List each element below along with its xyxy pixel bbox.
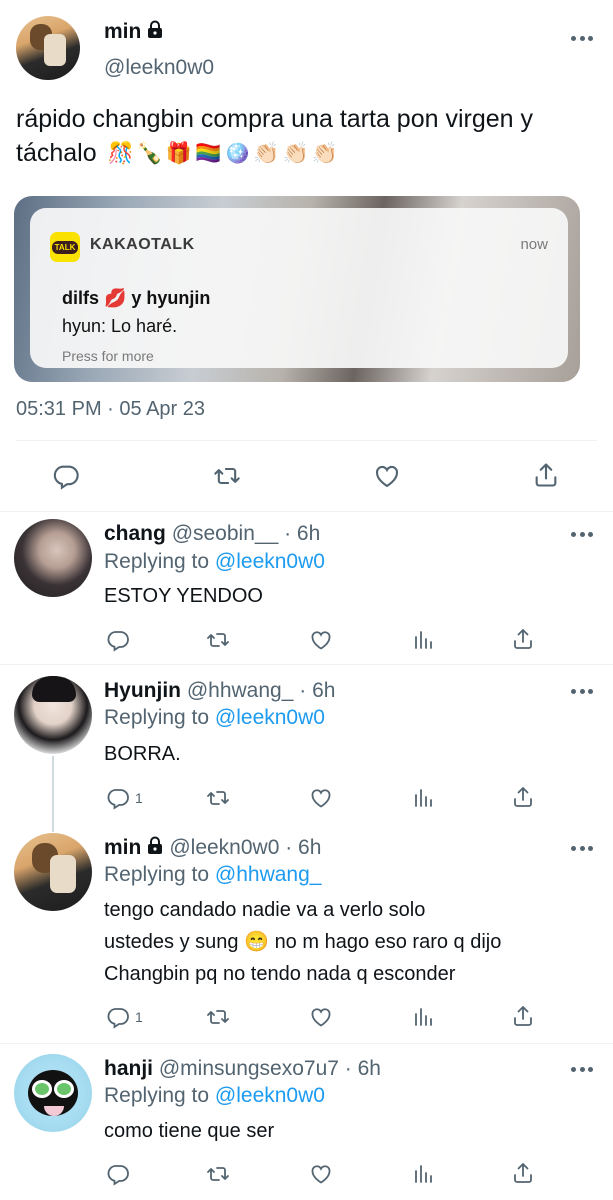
reply-text: BORRA.	[104, 743, 181, 765]
replying-to: Replying to @hhwang_	[104, 863, 322, 886]
divider	[0, 1043, 613, 1044]
reply-author-name[interactable]: hanji	[104, 1057, 153, 1080]
replying-to: Replying to @leekn0w0	[104, 1084, 325, 1107]
reply-author-handle[interactable]: @leekn0w0 · 6h	[169, 836, 321, 860]
author-name[interactable]: min	[104, 20, 163, 44]
reply-author-name[interactable]: Hyunjin	[104, 679, 181, 702]
notification-app-name: KAKAOTALK	[90, 236, 195, 253]
share-icon[interactable]	[511, 1160, 535, 1186]
reply-icon[interactable]	[106, 628, 130, 652]
replying-to: Replying to @leekn0w0	[104, 706, 325, 729]
rainbow-flag-emoji: 🏳️‍🌈	[195, 142, 222, 166]
reply-header: Hyunjin @hhwang_ · 6h	[104, 679, 335, 703]
clap-emoji: 👏🏻	[282, 142, 309, 166]
notification-title: dilfs 💋 y hyunjin	[62, 288, 211, 308]
reply-author-handle[interactable]: @seobin__ · 6h	[172, 522, 321, 545]
analytics-icon[interactable]	[411, 1005, 435, 1029]
notification-card: TALK KAKAOTALK now dilfs 💋 y hyunjin hyu…	[30, 208, 568, 368]
like-icon[interactable]	[308, 628, 334, 652]
clap-emoji: 👏🏻	[253, 142, 280, 166]
tweet-timestamp[interactable]: 05:31 PM · 05 Apr 23	[16, 398, 205, 421]
kakaotalk-logo-icon: TALK	[50, 232, 80, 262]
reply-text-line: ustedes y sung 😁 no m hago eso raro q di…	[104, 931, 502, 953]
replying-to: Replying to @leekn0w0	[104, 550, 325, 573]
reply-header: hanji @minsungsexo7u7 · 6h	[104, 1057, 381, 1081]
replying-to-handle[interactable]: @hhwang_	[215, 863, 322, 886]
reply-icon[interactable]	[106, 1162, 130, 1186]
more-icon[interactable]	[571, 688, 593, 694]
author-name-text: min	[104, 20, 142, 43]
more-icon[interactable]	[571, 1066, 593, 1072]
tweet-media[interactable]: TALK KAKAOTALK now dilfs 💋 y hyunjin hyu…	[14, 196, 580, 382]
reply-text: ESTOY YENDOO	[104, 585, 263, 607]
like-icon[interactable]	[308, 1162, 334, 1186]
thread-line	[52, 756, 54, 832]
retweet-icon[interactable]	[205, 786, 231, 810]
retweet-icon[interactable]	[212, 462, 242, 490]
grin-emoji: 😁	[244, 931, 269, 953]
reply-text-line: Changbin pq no tendo nada q esconder	[104, 963, 456, 985]
author-handle[interactable]: @leekn0w0	[104, 56, 214, 80]
confetti-emoji: 🎊	[107, 142, 134, 166]
emoji-row: 🎊 🍾 🎁 🏳️‍🌈 🪩 👏🏻 👏🏻 👏🏻	[108, 142, 338, 166]
notification-hint: Press for more	[62, 348, 154, 364]
retweet-icon[interactable]	[205, 1005, 231, 1029]
avatar[interactable]	[16, 16, 80, 80]
champagne-emoji: 🍾	[136, 142, 163, 166]
mirror-ball-emoji: 🪩	[224, 142, 251, 166]
like-icon[interactable]	[308, 786, 334, 810]
reply-text: tengo candado nadie va a verlo solo uste…	[104, 894, 594, 990]
reply-text-line: tengo candado nadie va a verlo solo	[104, 899, 426, 921]
tweet-text: rápido changbin compra una tarta pon vir…	[16, 102, 596, 170]
share-icon[interactable]	[511, 626, 535, 652]
reply-count: 1	[135, 1009, 143, 1025]
reply-author-handle[interactable]: @hhwang_ · 6h	[187, 679, 336, 702]
like-icon[interactable]	[372, 462, 402, 490]
clap-emoji: 👏🏻	[311, 142, 338, 166]
replying-to-handle[interactable]: @leekn0w0	[215, 706, 325, 729]
retweet-icon[interactable]	[205, 1162, 231, 1186]
share-icon[interactable]	[511, 784, 535, 810]
reply-author-name[interactable]: min	[104, 836, 141, 860]
divider	[0, 511, 613, 512]
avatar[interactable]	[14, 519, 92, 597]
more-icon[interactable]	[571, 845, 593, 851]
like-icon[interactable]	[308, 1005, 334, 1029]
reply-icon[interactable]	[106, 786, 130, 810]
replying-to-handle[interactable]: @leekn0w0	[215, 550, 325, 573]
divider	[0, 664, 613, 665]
gift-emoji: 🎁	[165, 142, 193, 166]
avatar[interactable]	[14, 1054, 92, 1132]
reply-icon[interactable]	[106, 1005, 130, 1029]
retweet-icon[interactable]	[205, 628, 231, 652]
analytics-icon[interactable]	[411, 786, 435, 810]
divider	[16, 440, 597, 441]
share-icon[interactable]	[511, 1003, 535, 1029]
reply-icon[interactable]	[52, 462, 80, 490]
reply-header: min @leekn0w0 · 6h	[104, 836, 321, 860]
reply-author-handle[interactable]: @minsungsexo7u7 · 6h	[159, 1057, 381, 1080]
reply-header: chang @seobin__ · 6h	[104, 522, 320, 546]
more-icon[interactable]	[571, 35, 593, 41]
analytics-icon[interactable]	[411, 1162, 435, 1186]
share-icon[interactable]	[532, 460, 560, 490]
reply-text: como tiene que ser	[104, 1120, 275, 1142]
lock-icon	[147, 20, 163, 44]
notification-body: hyun: Lo haré.	[62, 316, 178, 336]
reply-count: 1	[135, 790, 143, 806]
avatar[interactable]	[14, 676, 92, 754]
reply-author-name[interactable]: chang	[104, 522, 166, 545]
lock-icon	[147, 836, 163, 860]
notification-time: now	[520, 236, 548, 253]
analytics-icon[interactable]	[411, 628, 435, 652]
avatar[interactable]	[14, 833, 92, 911]
replying-to-handle[interactable]: @leekn0w0	[215, 1084, 325, 1107]
more-icon[interactable]	[571, 531, 593, 537]
